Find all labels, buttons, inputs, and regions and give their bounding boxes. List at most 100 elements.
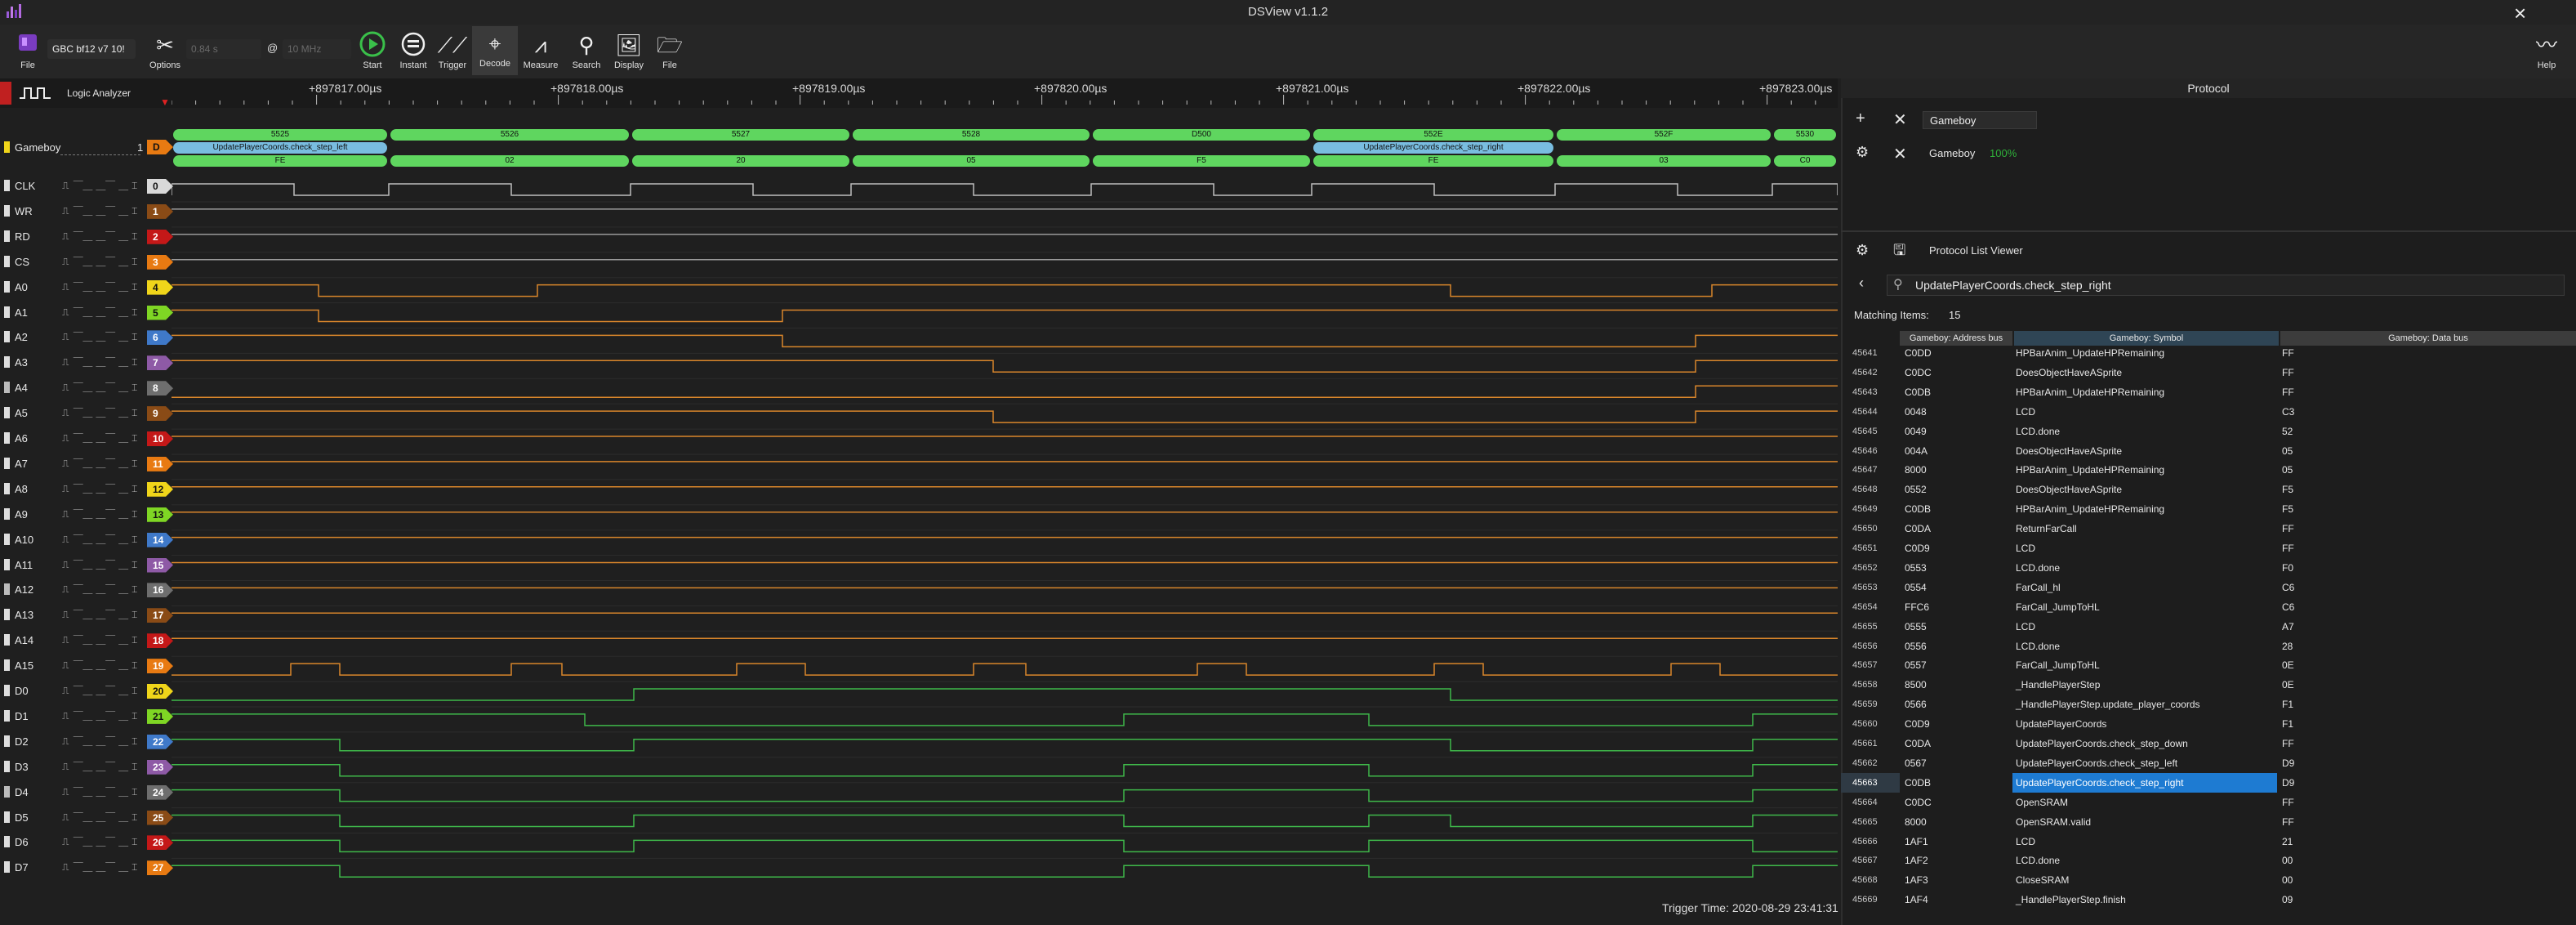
channel-name[interactable]: A6 — [15, 432, 28, 445]
table-row[interactable]: 45669 1AF4 _HandlePlayerStep.finish 09 — [1841, 890, 2576, 909]
display-button[interactable]: 🖼 Display — [606, 28, 652, 70]
channel-name[interactable]: A5 — [15, 407, 28, 419]
save-icon[interactable]: 🖫 — [1893, 240, 1905, 265]
channel-name[interactable]: A1 — [15, 306, 28, 319]
trigger-options-icon[interactable]: ⎍ ⎺⎽ ⎽⎺ ⎽ ⌶ — [62, 356, 138, 369]
trigger-options-icon[interactable]: ⎍ ⎺⎽ ⎽⎺ ⎽ ⌶ — [62, 407, 138, 419]
file-button[interactable]: 🗁 File — [647, 28, 693, 70]
trigger-options-icon[interactable]: ⎍ ⎺⎽ ⎽⎺ ⎽ ⌶ — [62, 761, 138, 773]
channel-name[interactable]: A8 — [15, 483, 28, 495]
trigger-options-icon[interactable]: ⎍ ⎺⎽ ⎽⎺ ⎽ ⌶ — [62, 306, 138, 319]
trigger-options-icon[interactable]: ⎍ ⎺⎽ ⎽⎺ ⎽ ⌶ — [62, 432, 138, 445]
channel-number-tag[interactable]: 1 — [147, 203, 173, 219]
channel-number-tag[interactable]: 0 — [147, 179, 173, 194]
channel-number-tag[interactable]: 5 — [147, 305, 173, 320]
trigger-options-icon[interactable]: ⎍ ⎺⎽ ⎽⎺ ⎽ ⌶ — [62, 382, 138, 394]
channel-name[interactable]: RD — [15, 230, 30, 243]
trigger-options-icon[interactable]: ⎍ ⎺⎽ ⎽⎺ ⎽ ⌶ — [62, 534, 138, 546]
channel-enable-bar[interactable] — [4, 457, 10, 469]
channel-name[interactable]: A14 — [15, 634, 33, 646]
channel-number-tag[interactable]: 24 — [147, 784, 173, 800]
channel-name[interactable]: D2 — [15, 735, 29, 748]
channel-number-tag[interactable]: 8 — [147, 381, 173, 396]
channel-number-tag[interactable]: 17 — [147, 608, 173, 623]
channel-name[interactable]: D6 — [15, 836, 29, 848]
options-button[interactable]: ✂ Options — [142, 28, 188, 70]
trigger-options-icon[interactable]: ⎍ ⎺⎽ ⎽⎺ ⎽ ⌶ — [62, 331, 138, 343]
file-menu-left[interactable]: File — [5, 28, 51, 70]
table-row[interactable]: 45656 0556 LCD.done 28 — [1841, 637, 2576, 656]
channel-enable-bar[interactable] — [4, 609, 10, 621]
table-row[interactable]: 45650 C0DA ReturnFarCall FF — [1841, 519, 2576, 538]
search-input[interactable]: UpdatePlayerCoords.check_step_right — [1887, 275, 2565, 296]
device-select[interactable]: GBC bf12 v7 10! — [47, 39, 136, 59]
table-row[interactable]: 45641 C0DD HPBarAnim_UpdateHPRemaining FF — [1841, 343, 2576, 363]
trigger-options-icon[interactable]: ⎍ ⎺⎽ ⎽⎺ ⎽ ⌶ — [62, 735, 138, 748]
channel-number-tag[interactable]: 4 — [147, 279, 173, 295]
channel-number-tag[interactable]: 13 — [147, 507, 173, 522]
trigger-options-icon[interactable]: ⎍ ⎺⎽ ⎽⎺ ⎽ ⌶ — [62, 508, 138, 521]
channel-name[interactable]: D4 — [15, 786, 29, 798]
channel-name[interactable]: CLK — [15, 180, 35, 192]
help-button[interactable]: 〰 Help — [2524, 28, 2569, 70]
table-row[interactable]: 45659 0566 _HandlePlayerStep.update_player… — [1841, 695, 2576, 714]
trigger-options-icon[interactable]: ⎍ ⎺⎽ ⎽⎺ ⎽ ⌶ — [62, 659, 138, 672]
table-row[interactable]: 45655 0555 LCD A7 — [1841, 617, 2576, 637]
table-row[interactable]: 45665 8000 OpenSRAM.valid FF — [1841, 812, 2576, 832]
start-button[interactable]: Start — [350, 28, 395, 70]
channel-number-tag[interactable]: 27 — [147, 860, 173, 876]
channel-name[interactable]: A4 — [15, 382, 28, 394]
channel-number-tag[interactable]: 6 — [147, 330, 173, 346]
list-gear-icon[interactable]: ⚙ — [1856, 242, 1869, 259]
table-row[interactable]: 45653 0554 FarCall_hl C6 — [1841, 578, 2576, 597]
channel-enable-bar[interactable] — [4, 204, 10, 217]
channel-enable-bar[interactable] — [4, 482, 10, 494]
trigger-options-icon[interactable]: ⎍ ⎺⎽ ⎽⎺ ⎽ ⌶ — [62, 483, 138, 495]
channel-enable-bar[interactable] — [4, 583, 10, 596]
channel-number-tag[interactable]: 19 — [147, 659, 173, 674]
trigger-options-icon[interactable]: ⎍ ⎺⎽ ⎽⎺ ⎽ ⌶ — [62, 180, 138, 192]
decode-button[interactable]: ⌖ Decode — [472, 26, 518, 75]
logic-analyzer-tab[interactable]: Logic Analyzer — [0, 82, 163, 105]
channel-enable-bar[interactable] — [4, 709, 10, 722]
table-row[interactable]: 45652 0553 LCD.done F0 — [1841, 558, 2576, 578]
table-row[interactable]: 45644 0048 LCD C3 — [1841, 402, 2576, 422]
channel-enable-bar[interactable] — [4, 735, 10, 747]
channel-enable-bar[interactable] — [4, 558, 10, 570]
channel-enable-bar[interactable] — [4, 432, 10, 444]
channel-number-tag[interactable]: 26 — [147, 835, 173, 851]
channel-enable-bar[interactable] — [4, 280, 10, 293]
waveform-area[interactable] — [172, 123, 1838, 883]
sample-rate-select[interactable]: 10 MHz — [283, 39, 351, 59]
channel-number-tag[interactable]: 11 — [147, 456, 173, 471]
table-row[interactable]: 45649 C0DB HPBarAnim_UpdateHPRemaining F5 — [1841, 499, 2576, 519]
back-icon[interactable]: ‹ — [1859, 275, 1864, 292]
channel-enable-bar[interactable] — [4, 533, 10, 545]
channel-enable-bar[interactable] — [4, 382, 10, 394]
channel-name[interactable]: D5 — [15, 811, 29, 824]
channel-name[interactable]: D1 — [15, 710, 29, 722]
trigger-options-icon[interactable]: ⎍ ⎺⎽ ⎽⎺ ⎽ ⌶ — [62, 230, 138, 243]
channel-name[interactable]: D3 — [15, 761, 29, 773]
table-row[interactable]: 45654 FFC6 FarCall_JumpToHL C6 — [1841, 597, 2576, 617]
sample-time-select[interactable]: 0.84 s — [186, 39, 261, 59]
table-row[interactable]: 45658 8500 _HandlePlayerStep 0E — [1841, 675, 2576, 695]
trigger-options-icon[interactable]: ⎍ ⎺⎽ ⎽⎺ ⎽ ⌶ — [62, 685, 138, 697]
channel-number-tag[interactable]: 12 — [147, 481, 173, 497]
decoder-select[interactable]: Gameboy — [1923, 111, 2037, 129]
add-icon[interactable]: + — [1856, 109, 1865, 128]
remove-icon[interactable]: ✕ — [1893, 109, 1907, 130]
table-row[interactable]: 45646 004A DoesObjectHaveASprite 05 — [1841, 441, 2576, 461]
table-row[interactable]: 45662 0567 UpdatePlayerCoords.check_step_l… — [1841, 753, 2576, 773]
trigger-options-icon[interactable]: ⎍ ⎺⎽ ⎽⎺ ⎽ ⌶ — [62, 861, 138, 874]
channel-number-tag[interactable]: 3 — [147, 254, 173, 270]
channel-name[interactable]: A9 — [15, 508, 28, 521]
channel-number-tag[interactable]: 22 — [147, 734, 173, 749]
trigger-options-icon[interactable]: ⎍ ⎺⎽ ⎽⎺ ⎽ ⌶ — [62, 458, 138, 470]
trigger-options-icon[interactable]: ⎍ ⎺⎽ ⎽⎺ ⎽ ⌶ — [62, 710, 138, 722]
channel-name[interactable]: A13 — [15, 609, 33, 621]
channel-name[interactable]: A2 — [15, 331, 28, 343]
channel-enable-bar[interactable] — [4, 836, 10, 848]
table-row[interactable]: 45668 1AF3 CloseSRAM 00 — [1841, 870, 2576, 890]
channel-name[interactable]: WR — [15, 205, 33, 217]
